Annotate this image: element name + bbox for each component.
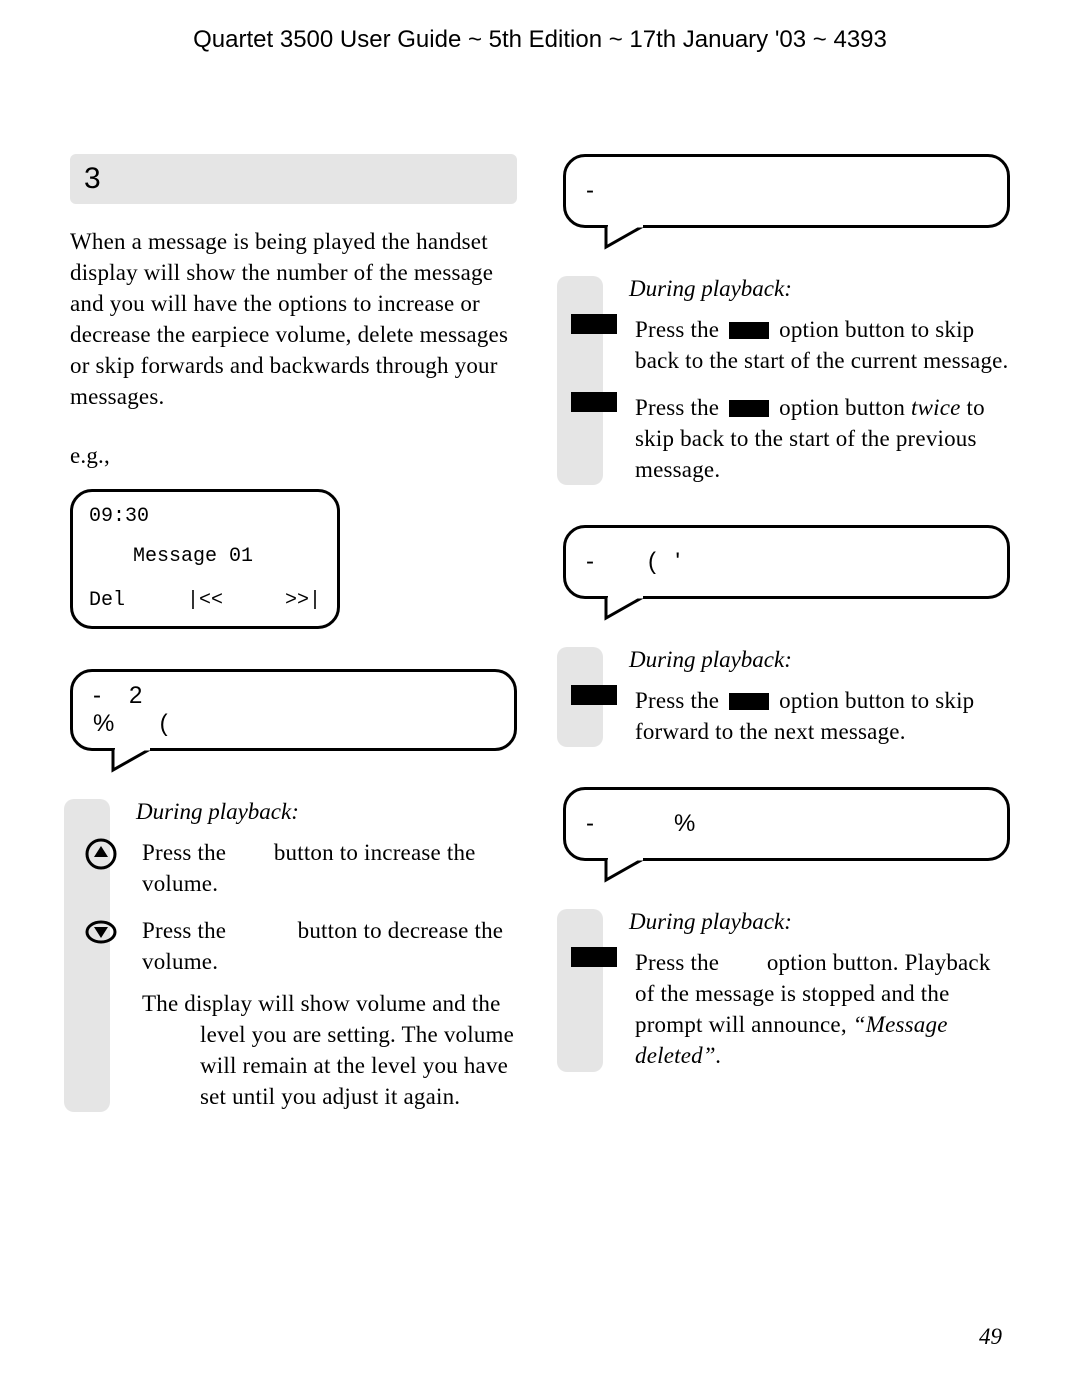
black-key-icon — [729, 693, 769, 710]
t: option button — [773, 395, 911, 420]
volume-bubble: - 2 % ( — [70, 669, 517, 751]
lcd-softkey-del: Del — [89, 586, 125, 616]
text: Press the — [142, 840, 232, 865]
skip-forward-block: - ( ' During playback: Press the option … — [563, 525, 1010, 747]
down-arrow-icon — [78, 915, 124, 977]
intro-paragraph: When a message is being played the hands… — [70, 226, 517, 412]
section-number-bar: 3 — [70, 154, 517, 204]
black-key-icon — [571, 685, 617, 705]
t: Press the — [635, 317, 725, 342]
during-playback-label: During playback: — [629, 276, 1010, 302]
black-key-icon — [729, 400, 769, 417]
delete-bubble: - % — [563, 787, 1010, 861]
bubble-tail-icon — [70, 751, 517, 785]
lcd-softkey-rwd: |<< — [187, 586, 223, 616]
text: Press the — [142, 918, 232, 943]
black-key-icon — [571, 314, 617, 334]
twice-emph: twice — [911, 395, 961, 420]
t: Press the — [635, 950, 725, 975]
during-playback-label: During playback: — [629, 909, 1010, 935]
lcd-time: 09:30 — [89, 502, 149, 532]
bubble-tail-icon — [563, 861, 1010, 895]
volume-down-step: Press the button to decrease the volume. — [136, 915, 517, 977]
up-arrow-icon — [78, 837, 124, 899]
skip-back-bubble: - — [563, 154, 1010, 228]
two-column-layout: 3 When a message is being played the han… — [70, 154, 1010, 1128]
bubble-tail-icon — [563, 599, 1010, 633]
lcd-message: Message 01 — [133, 542, 253, 572]
t: Press the — [635, 395, 725, 420]
lcd-display-mock: 09:30 Message 01 Del |<< >>| — [70, 489, 340, 629]
eg-label: e.g., — [70, 440, 517, 471]
volume-up-step: Press the button to increase the volume. — [136, 837, 517, 899]
black-key-icon — [571, 947, 617, 967]
volume-block: - 2 % ( During playback: Press the butto… — [70, 669, 517, 1111]
during-playback-label: During playback: — [629, 647, 1010, 673]
text: The display will show volume and the lev… — [142, 988, 517, 1112]
t: Press the — [635, 688, 725, 713]
black-key-icon — [571, 392, 617, 412]
during-playback-label: During playback: — [136, 799, 517, 825]
lcd-softkey-fwd: >>| — [285, 586, 321, 616]
skip-back-block: - During playback: Press the option butt… — [563, 154, 1010, 485]
page-header: Quartet 3500 User Guide ~ 5th Edition ~ … — [70, 26, 1010, 54]
page: Quartet 3500 User Guide ~ 5th Edition ~ … — [0, 0, 1080, 1386]
page-number: 49 — [979, 1324, 1002, 1350]
delete-block: - % During playback: Press the option bu… — [563, 787, 1010, 1071]
left-column: 3 When a message is being played the han… — [70, 154, 517, 1128]
skip-forward-bubble: - ( ' — [563, 525, 1010, 599]
bubble-tail-icon — [563, 228, 1010, 262]
volume-note: The display will show volume and the lev… — [136, 994, 517, 1112]
black-key-icon — [729, 322, 769, 339]
right-column: - During playback: Press the option butt… — [563, 154, 1010, 1128]
